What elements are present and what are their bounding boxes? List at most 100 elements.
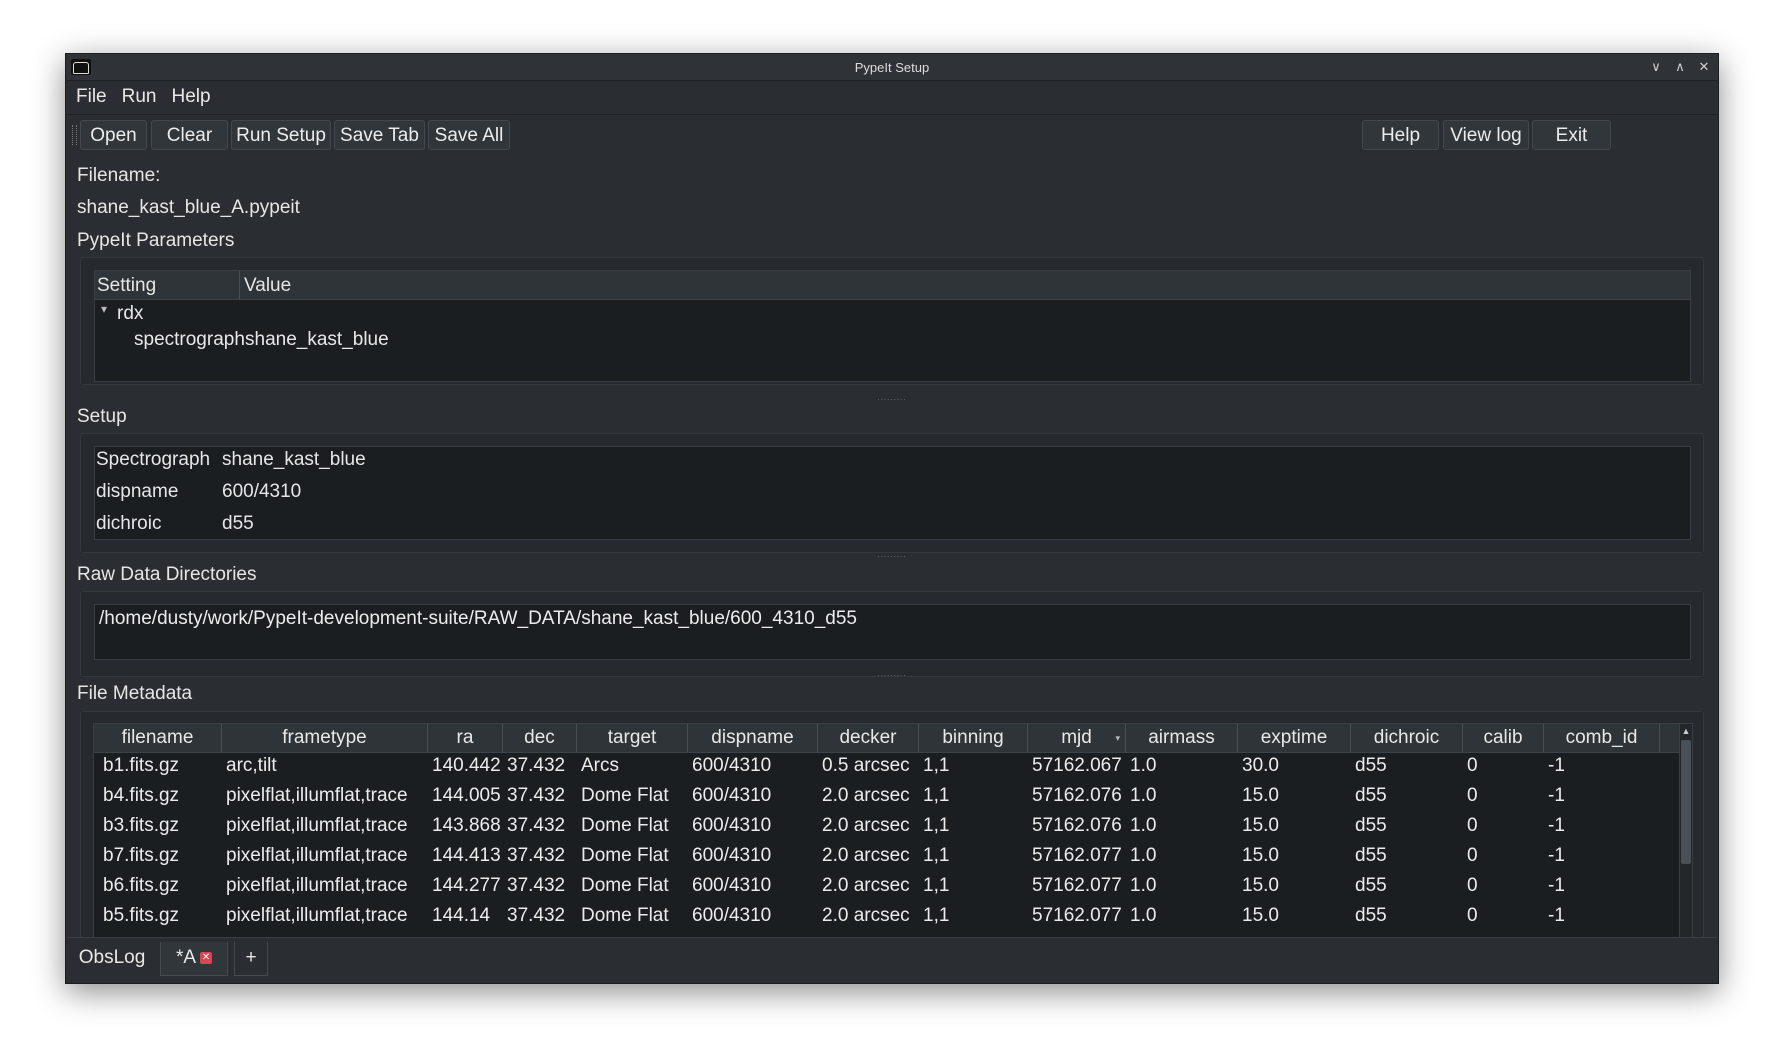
vertical-scrollbar[interactable]: ▲ [1679, 724, 1692, 942]
table-cell-calib[interactable]: 0 [1463, 752, 1544, 782]
col-header[interactable]: dispname [688, 724, 818, 752]
table-cell-dichroic[interactable]: d55 [1351, 812, 1463, 842]
tab-a[interactable]: *A ✕ [160, 942, 228, 976]
table-cell-filename[interactable]: b7.fits.gz [94, 842, 222, 872]
table-cell-airmass[interactable]: 1.0 [1126, 872, 1238, 902]
table-cell-exptime[interactable]: 15.0 [1238, 812, 1351, 842]
table-cell-filename[interactable]: b4.fits.gz [94, 782, 222, 812]
title-bar[interactable]: PypeIt Setup ∨ ∧ ✕ [66, 54, 1718, 81]
table-cell-ra[interactable]: 140.442 [428, 752, 503, 782]
table-cell-binning[interactable]: 1,1 [919, 782, 1028, 812]
table-cell-ra[interactable]: 144.277 [428, 872, 503, 902]
table-cell-dispname[interactable]: 600/4310 [688, 842, 818, 872]
table-cell-frametype[interactable]: pixelflat,illumflat,trace [222, 782, 428, 812]
table-cell-filename[interactable]: b3.fits.gz [94, 812, 222, 842]
table-cell-dichroic[interactable]: d55 [1351, 902, 1463, 932]
table-cell-calib[interactable]: 0 [1463, 812, 1544, 842]
table-cell-exptime[interactable]: 15.0 [1238, 782, 1351, 812]
col-header[interactable]: airmass [1126, 724, 1238, 752]
col-header[interactable]: filename [94, 724, 222, 752]
raw-dirs-list[interactable]: /home/dusty/work/PypeIt-development-suit… [94, 604, 1691, 660]
scrollbar-thumb[interactable] [1681, 740, 1691, 864]
col-header[interactable]: ra [428, 724, 503, 752]
col-header[interactable]: comb_id [1544, 724, 1660, 752]
file-metadata-table[interactable]: filename frametype ra dec target dispnam… [93, 723, 1693, 943]
table-cell-airmass[interactable]: 1.0 [1126, 842, 1238, 872]
table-cell-frametype[interactable]: arc,tilt [222, 752, 428, 782]
table-cell-exptime[interactable]: 30.0 [1238, 752, 1351, 782]
table-cell-mjd[interactable]: 57162.076 [1028, 812, 1126, 842]
table-cell-comb_id[interactable]: -1 [1544, 752, 1660, 782]
splitter-handle[interactable]: ......... [66, 670, 1718, 678]
save-all-button[interactable]: Save All [428, 120, 510, 150]
table-cell-calib[interactable]: 0 [1463, 842, 1544, 872]
table-cell-binning[interactable]: 1,1 [919, 812, 1028, 842]
table-cell-dispname[interactable]: 600/4310 [688, 902, 818, 932]
table-cell-target[interactable]: Dome Flat [577, 782, 688, 812]
table-cell-decker[interactable]: 2.0 arcsec [818, 782, 919, 812]
table-cell-filename[interactable]: b1.fits.gz [94, 752, 222, 782]
save-tab-button[interactable]: Save Tab [334, 120, 425, 150]
table-cell-dichroic[interactable]: d55 [1351, 752, 1463, 782]
table-cell-dec[interactable]: 37.432 [503, 902, 577, 932]
table-cell-decker[interactable]: 2.0 arcsec [818, 812, 919, 842]
table-cell-dichroic[interactable]: d55 [1351, 782, 1463, 812]
table-cell-target[interactable]: Arcs [577, 752, 688, 782]
raw-dir-path[interactable]: /home/dusty/work/PypeIt-development-suit… [99, 608, 857, 630]
table-cell-airmass[interactable]: 1.0 [1126, 782, 1238, 812]
table-cell-target[interactable]: Dome Flat [577, 902, 688, 932]
clear-button[interactable]: Clear [151, 120, 228, 150]
table-cell-dispname[interactable]: 600/4310 [688, 782, 818, 812]
table-cell-decker[interactable]: 2.0 arcsec [818, 902, 919, 932]
table-cell-binning[interactable]: 1,1 [919, 752, 1028, 782]
col-header[interactable]: calib [1463, 724, 1544, 752]
table-cell-dispname[interactable]: 600/4310 [688, 872, 818, 902]
expand-arrow-icon[interactable]: ▾ [101, 302, 107, 316]
exit-button[interactable]: Exit [1532, 120, 1611, 150]
open-button[interactable]: Open [80, 120, 147, 150]
col-header[interactable]: binning [919, 724, 1028, 752]
table-cell-target[interactable]: Dome Flat [577, 842, 688, 872]
table-cell-binning[interactable]: 1,1 [919, 842, 1028, 872]
table-cell-dec[interactable]: 37.432 [503, 842, 577, 872]
table-cell-exptime[interactable]: 15.0 [1238, 842, 1351, 872]
table-cell-filename[interactable]: b6.fits.gz [94, 872, 222, 902]
tree-value-spectrograph[interactable]: shane_kast_blue [245, 329, 389, 351]
table-cell-calib[interactable]: 0 [1463, 872, 1544, 902]
table-cell-ra[interactable]: 144.413 [428, 842, 503, 872]
table-cell-decker[interactable]: 2.0 arcsec [818, 842, 919, 872]
menu-help[interactable]: Help [161, 81, 215, 108]
table-cell-comb_id[interactable]: -1 [1544, 812, 1660, 842]
table-cell-airmass[interactable]: 1.0 [1126, 812, 1238, 842]
col-header[interactable]: decker [818, 724, 919, 752]
menu-run[interactable]: Run [112, 81, 162, 108]
menu-file[interactable]: File [66, 81, 112, 108]
table-cell-comb_id[interactable]: -1 [1544, 902, 1660, 932]
table-cell-mjd[interactable]: 57162.077 [1028, 872, 1126, 902]
table-cell-exptime[interactable]: 15.0 [1238, 902, 1351, 932]
col-header[interactable]: dichroic [1351, 724, 1463, 752]
table-cell-mjd[interactable]: 57162.077 [1028, 902, 1126, 932]
add-tab-button[interactable]: + [234, 942, 268, 976]
table-cell-comb_id[interactable]: -1 [1544, 782, 1660, 812]
table-cell-dichroic[interactable]: d55 [1351, 872, 1463, 902]
table-cell-mjd[interactable]: 57162.067 [1028, 752, 1126, 782]
header-setting[interactable]: Setting [97, 275, 156, 297]
tree-setting-spectrograph[interactable]: spectrograph [134, 329, 245, 351]
toolbar-grip-handle[interactable] [72, 125, 77, 145]
table-cell-frametype[interactable]: pixelflat,illumflat,trace [222, 902, 428, 932]
table-cell-dec[interactable]: 37.432 [503, 752, 577, 782]
table-cell-mjd[interactable]: 57162.077 [1028, 842, 1126, 872]
splitter-handle[interactable]: ......... [66, 551, 1718, 559]
table-cell-ra[interactable]: 144.14 [428, 902, 503, 932]
table-cell-dec[interactable]: 37.432 [503, 872, 577, 902]
table-row[interactable]: b7.fits.gz pixelflat,illumflat,trace 144.4… [94, 842, 1692, 872]
table-cell-target[interactable]: Dome Flat [577, 872, 688, 902]
table-cell-decker[interactable]: 0.5 arcsec [818, 752, 919, 782]
table-cell-calib[interactable]: 0 [1463, 782, 1544, 812]
table-row[interactable]: b1.fits.gz arc,tilt 140.442 37.432 Arcs 600/4… [94, 752, 1692, 782]
table-cell-dec[interactable]: 37.432 [503, 812, 577, 842]
table-cell-ra[interactable]: 144.005 [428, 782, 503, 812]
table-row[interactable]: b5.fits.gz pixelflat,illumflat,trace 144.1… [94, 902, 1692, 932]
table-cell-comb_id[interactable]: -1 [1544, 842, 1660, 872]
